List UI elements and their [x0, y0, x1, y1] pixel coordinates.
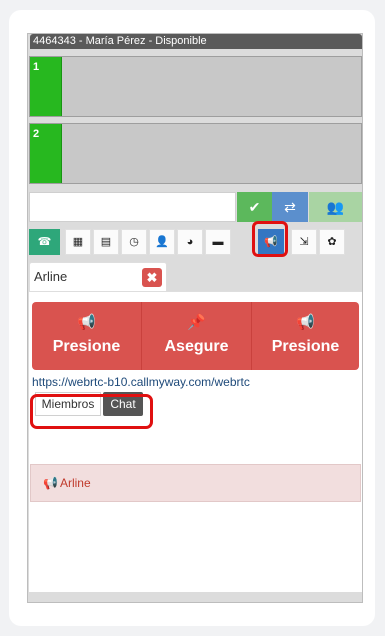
- list-item[interactable]: 📢 Arline: [30, 464, 361, 502]
- webphone-panel: 4464343 - María Pérez - Disponible 1 2 ✔…: [27, 33, 363, 603]
- line-1[interactable]: 1: [29, 56, 362, 117]
- toolbar-logout-button[interactable]: ⇲: [291, 229, 317, 255]
- status-titlebar: 4464343 - María Pérez - Disponible: [30, 34, 362, 49]
- press-button-2-label: Presione: [271, 338, 340, 355]
- keypad-icon: ▦: [72, 236, 84, 248]
- session-panel: 📢 Presione 📌 Asegure 📢 Presione https://…: [29, 291, 362, 592]
- toolbar: ☎ ▦ ▤ ◷ 👤 ◕ ▬ 📢 ⇲ ✿: [29, 229, 362, 255]
- line-1-indicator: 1: [30, 57, 62, 116]
- toolbar-phone-button[interactable]: ☎: [29, 229, 60, 255]
- dial-row: ✔ ⇄ 👥: [29, 192, 362, 222]
- transfer-button[interactable]: ⇄: [272, 192, 308, 222]
- highlight-box-broadcast: [252, 221, 288, 257]
- user-icon: 👤: [155, 236, 169, 248]
- megaphone-icon: 📢: [43, 476, 58, 490]
- highlight-box-tabs: [30, 394, 153, 429]
- logout-icon: ⇲: [299, 236, 309, 248]
- line-2-indicator: 2: [30, 124, 62, 183]
- check-icon: ✔: [248, 199, 261, 215]
- toolbar-chat-button[interactable]: ▬: [205, 229, 231, 255]
- transfer-icon: ⇄: [284, 199, 296, 215]
- globe-icon: ◕: [186, 236, 194, 248]
- chat-icon: ▬: [212, 236, 224, 248]
- secure-button[interactable]: 📌 Asegure: [142, 302, 252, 370]
- session-tag-row: Arline ✖: [29, 262, 362, 292]
- pin-icon: 📌: [187, 314, 206, 331]
- session-tag-label: Arline: [34, 269, 68, 284]
- press-button-2[interactable]: 📢 Presione: [252, 302, 359, 370]
- call-button[interactable]: ✔: [237, 192, 272, 222]
- megaphone-icon: 📢: [296, 314, 315, 331]
- toolbar-settings-button[interactable]: ✿: [319, 229, 345, 255]
- toolbar-history-button[interactable]: ◷: [121, 229, 147, 255]
- megaphone-icon: 📢: [77, 314, 96, 331]
- clock-icon: ◷: [129, 236, 139, 248]
- server-url[interactable]: https://webrtc-b10.callmyway.com/webrtc: [32, 375, 250, 389]
- list-icon: ▤: [100, 236, 112, 248]
- conference-button[interactable]: 👥: [309, 192, 362, 222]
- phone-icon: ☎: [37, 236, 52, 248]
- toolbar-globe-button[interactable]: ◕: [177, 229, 203, 255]
- toolbar-contacts-button[interactable]: 👤: [149, 229, 175, 255]
- press-button-1-label: Presione: [52, 338, 121, 355]
- dial-number-input[interactable]: [29, 192, 236, 222]
- users-icon: 👥: [326, 199, 345, 215]
- toolbar-list-button[interactable]: ▤: [93, 229, 119, 255]
- session-tag[interactable]: Arline ✖: [29, 262, 167, 292]
- gear-icon: ✿: [327, 236, 337, 248]
- press-button-1[interactable]: 📢 Presione: [32, 302, 142, 370]
- secure-button-label: Asegure: [164, 338, 229, 355]
- toolbar-keypad-button[interactable]: ▦: [65, 229, 91, 255]
- action-buttons: 📢 Presione 📌 Asegure 📢 Presione: [32, 302, 359, 370]
- close-icon[interactable]: ✖: [142, 268, 162, 287]
- member-name: Arline: [59, 476, 91, 490]
- line-2[interactable]: 2: [29, 123, 362, 184]
